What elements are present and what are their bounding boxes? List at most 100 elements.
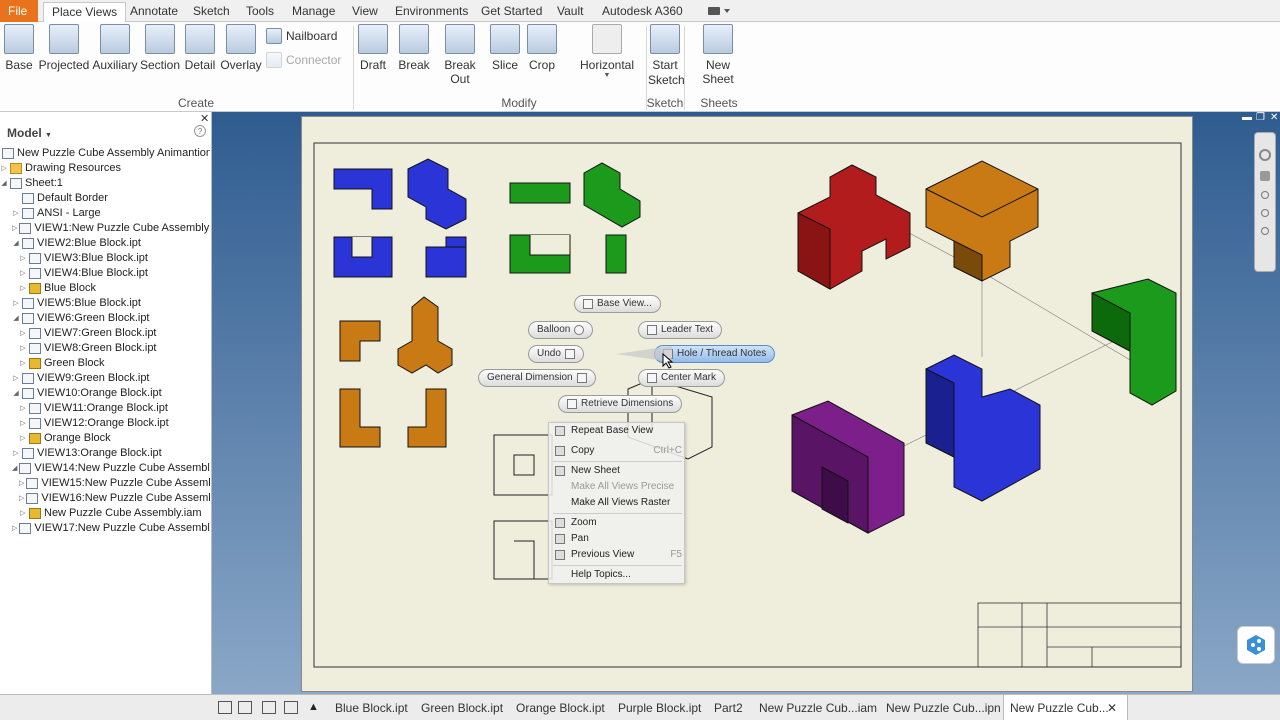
- nailboard-button[interactable]: Nailboard: [266, 28, 337, 44]
- draft-button[interactable]: Draft: [358, 24, 388, 72]
- close-icon[interactable]: ✕: [1107, 695, 1117, 720]
- doc-tab[interactable]: Green Block.ipt: [415, 695, 509, 720]
- tree-item[interactable]: ▷ Blue Block: [0, 281, 210, 296]
- ctx-previous-view[interactable]: Previous View F5: [549, 547, 686, 563]
- tree-item[interactable]: ◢ VIEW6:Green Block.ipt: [0, 311, 210, 326]
- slice-button[interactable]: Slice: [490, 24, 520, 72]
- start-sketch-button[interactable]: Start Sketch: [648, 24, 685, 88]
- expand-icon[interactable]: ▷: [19, 281, 27, 296]
- navigation-bar[interactable]: [1254, 132, 1276, 272]
- tree-item[interactable]: ◢ VIEW10:Orange Block.ipt: [0, 386, 210, 401]
- expand-icon[interactable]: ▷: [19, 356, 27, 371]
- restore-icon[interactable]: ❐: [1256, 112, 1265, 123]
- collapse-icon[interactable]: ◢: [0, 176, 8, 191]
- expand-icon[interactable]: ▷: [19, 341, 27, 356]
- marking-general-dimension[interactable]: General Dimension: [478, 369, 596, 387]
- tree-item[interactable]: ▷ Orange Block: [0, 431, 210, 446]
- tab-annotate[interactable]: Annotate: [122, 2, 186, 22]
- expand-icon[interactable]: ▷: [19, 431, 27, 446]
- steering-wheel-icon[interactable]: [1259, 149, 1271, 161]
- expand-icon[interactable]: ▷: [19, 251, 27, 266]
- tree-item[interactable]: ▷ VIEW16:New Puzzle Cube Assembly.i: [0, 491, 210, 506]
- marking-leader-text[interactable]: Leader Text: [638, 321, 723, 339]
- marking-undo[interactable]: Undo: [528, 345, 584, 363]
- tree-item[interactable]: ◢ VIEW2:Blue Block.ipt: [0, 236, 210, 251]
- tree-item[interactable]: ▷ VIEW1:New Puzzle Cube Assembly Anim: [0, 221, 210, 236]
- connector-button[interactable]: Connector: [266, 52, 341, 68]
- tree-item[interactable]: ▷ Drawing Resources: [0, 161, 210, 176]
- expand-icon[interactable]: ▷: [12, 221, 17, 236]
- tab-manage[interactable]: Manage: [284, 2, 343, 22]
- drawing-sheet[interactable]: [301, 116, 1193, 692]
- tab-environments[interactable]: Environments: [387, 2, 476, 22]
- section-view-button[interactable]: Section: [140, 24, 180, 72]
- tab-place-views[interactable]: Place Views: [43, 2, 127, 23]
- doc-tab[interactable]: Blue Block.ipt: [329, 695, 414, 720]
- browser-header[interactable]: Model ▼: [0, 112, 211, 140]
- tree-item[interactable]: ◢ VIEW14:New Puzzle Cube Assembly.iar: [0, 461, 210, 476]
- zoom-window-icon[interactable]: [1261, 209, 1269, 217]
- ctx-make-all-views-raster[interactable]: Make All Views Raster: [549, 495, 686, 511]
- share-button[interactable]: [1237, 626, 1275, 664]
- overlay-view-button[interactable]: Overlay: [220, 24, 262, 72]
- doc-tab[interactable]: Purple Block.ipt: [612, 695, 707, 720]
- tree-root[interactable]: New Puzzle Cube Assembly Animantion: [0, 146, 210, 161]
- tile-vertical-icon[interactable]: [284, 701, 298, 714]
- doc-tab-active[interactable]: New Puzzle Cub... ✕: [1003, 695, 1128, 720]
- collapse-icon[interactable]: ◢: [12, 311, 20, 326]
- ctx-repeat-base-view[interactable]: Repeat Base View: [549, 423, 686, 439]
- tree-item[interactable]: ▷ VIEW15:New Puzzle Cube Assembly.i: [0, 476, 210, 491]
- tab-get-started[interactable]: Get Started: [473, 2, 550, 22]
- zoom-icon[interactable]: [1261, 191, 1269, 199]
- expand-icon[interactable]: ▷: [12, 371, 20, 386]
- collapse-icon[interactable]: ◢: [12, 386, 20, 401]
- expand-icon[interactable]: ▷: [19, 416, 27, 431]
- tab-sketch[interactable]: Sketch: [185, 2, 238, 22]
- expand-icon[interactable]: ▷: [19, 401, 27, 416]
- ctx-help-topics[interactable]: Help Topics...: [549, 567, 686, 583]
- tree-item[interactable]: ▷ VIEW9:Green Block.ipt: [0, 371, 210, 386]
- break-out-button[interactable]: Break Out: [434, 24, 486, 86]
- horizontal-button[interactable]: Horizontal ▼: [578, 24, 636, 80]
- doc-tab[interactable]: Part2: [708, 695, 749, 720]
- ctx-zoom[interactable]: Zoom: [549, 515, 686, 531]
- tree-item[interactable]: ▷ ANSI - Large: [0, 206, 210, 221]
- auxiliary-view-button[interactable]: Auxiliary: [92, 24, 138, 72]
- tab-autodesk-a360[interactable]: Autodesk A360: [594, 2, 691, 22]
- tab-file[interactable]: File: [0, 0, 38, 22]
- horizontal-dropdown-icon[interactable]: ▼: [578, 72, 636, 80]
- pan-icon[interactable]: [1260, 171, 1270, 181]
- tree-item[interactable]: ▷ VIEW17:New Puzzle Cube Assembly.iar: [0, 521, 210, 536]
- tree-item[interactable]: ▷ VIEW5:Blue Block.ipt: [0, 296, 210, 311]
- collapse-icon[interactable]: ◢: [12, 236, 20, 251]
- expand-icon[interactable]: ▷: [19, 506, 27, 521]
- tile-windows-icon[interactable]: [238, 701, 252, 714]
- marking-balloon[interactable]: Balloon: [528, 321, 594, 339]
- marking-center-mark[interactable]: Center Mark: [638, 369, 726, 387]
- help-icon[interactable]: ?: [194, 125, 206, 137]
- tree-item[interactable]: ▷ VIEW8:Green Block.ipt: [0, 341, 210, 356]
- break-button[interactable]: Break: [398, 24, 430, 72]
- projected-view-button[interactable]: Projected: [38, 24, 90, 72]
- close-icon[interactable]: ✕: [1270, 112, 1278, 123]
- expand-icon[interactable]: ▷: [0, 161, 8, 176]
- tree-item[interactable]: ◢ Sheet:1: [0, 176, 210, 191]
- doc-tab[interactable]: New Puzzle Cub...ipn: [880, 695, 1007, 720]
- tree-item[interactable]: ▷ VIEW11:Orange Block.ipt: [0, 401, 210, 416]
- tree-item[interactable]: ▷ VIEW12:Orange Block.ipt: [0, 416, 210, 431]
- cascade-windows-icon[interactable]: [218, 701, 232, 714]
- tree-item[interactable]: ▷ VIEW3:Blue Block.ipt: [0, 251, 210, 266]
- expand-icon[interactable]: ▷: [12, 296, 20, 311]
- doc-tab[interactable]: Orange Block.ipt: [510, 695, 611, 720]
- tree-item[interactable]: ▷ VIEW13:Orange Block.ipt: [0, 446, 210, 461]
- tab-vault[interactable]: Vault: [549, 2, 591, 22]
- graphics-window[interactable]: ▬ ❐ ✕: [212, 112, 1280, 694]
- tree-item[interactable]: ▷ New Puzzle Cube Assembly.iam: [0, 506, 210, 521]
- marking-base-view[interactable]: Base View...: [574, 295, 661, 313]
- base-view-button[interactable]: Base: [4, 24, 34, 72]
- tree-item[interactable]: ▷ VIEW7:Green Block.ipt: [0, 326, 210, 341]
- look-at-icon[interactable]: [1261, 227, 1269, 235]
- expand-icon[interactable]: ▷: [19, 476, 24, 491]
- ribbon-display-toggle[interactable]: [706, 5, 734, 17]
- new-sheet-button[interactable]: New Sheet: [690, 24, 746, 86]
